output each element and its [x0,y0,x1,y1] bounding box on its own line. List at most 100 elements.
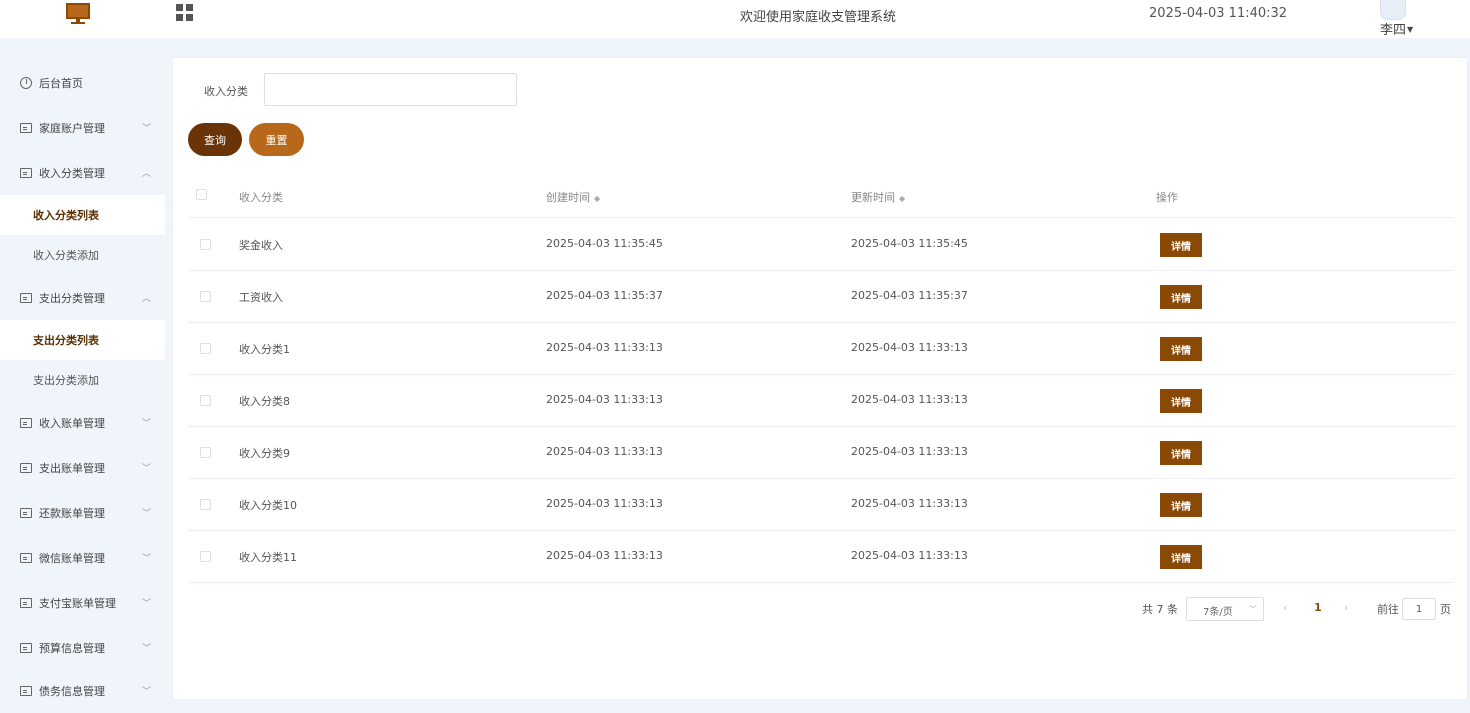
column-header-updated[interactable]: 更新时间 ◆ [851,189,905,205]
sidebar-item-label: 预算信息管理 [39,641,105,655]
user-menu[interactable]: 李四▼ [1380,19,1413,38]
chevron-down-icon: ﹀ [142,554,152,564]
row-checkbox[interactable] [200,395,211,406]
goto-page-input[interactable] [1402,598,1436,620]
sidebar-item-alipay-bill[interactable]: 支付宝账单管理 ﹀ [0,580,165,625]
sidebar-item-income-bill[interactable]: 收入账单管理 ﹀ [0,400,165,445]
sidebar-item-label: 收入分类管理 [39,166,105,180]
cell-updated: 2025-04-03 11:35:45 [851,237,968,250]
cell-category: 收入分类1 [239,343,290,356]
monitor-logo-icon [66,3,90,24]
sidebar-item-label: 家庭账户管理 [39,121,105,135]
sidebar-item-expense-bill[interactable]: 支出账单管理 ﹀ [0,445,165,490]
cell-category: 收入分类9 [239,447,290,460]
top-bar: 欢迎使用家庭收支管理系统 2025-04-03 11:40:32 李四▼ [0,0,1470,38]
sidebar-subitem-expense-category-list[interactable]: 支出分类列表 [0,320,165,360]
chevron-down-icon: ﹀ [142,419,152,429]
page-suffix: 页 [1440,603,1451,616]
chevron-down-icon: ﹀ [142,644,152,654]
reset-button[interactable]: 重置 [249,123,304,156]
cell-created: 2025-04-03 11:35:37 [546,289,663,302]
document-icon [20,292,32,303]
sidebar-item-label: 支出账单管理 [39,461,105,475]
chevron-down-icon: ﹀ [142,464,152,474]
chevron-up-icon: ︿ [142,169,152,179]
row-checkbox[interactable] [200,291,211,302]
detail-button[interactable]: 详情 [1160,285,1202,309]
column-header-created[interactable]: 创建时间 ◆ [546,189,600,205]
detail-button[interactable]: 详情 [1160,545,1202,569]
table-row: 收入分类11 2025-04-03 11:33:13 2025-04-03 11… [188,531,1454,583]
detail-button[interactable]: 详情 [1160,389,1202,413]
cell-updated: 2025-04-03 11:35:37 [851,289,968,302]
chevron-down-icon: ﹀ [1249,605,1257,614]
cell-category: 收入分类10 [239,499,297,512]
table-header: 收入分类 创建时间 ◆ 更新时间 ◆ 操作 [188,175,1454,218]
table-row: 收入分类9 2025-04-03 11:33:13 2025-04-03 11:… [188,427,1454,479]
table-row: 收入分类1 2025-04-03 11:33:13 2025-04-03 11:… [188,323,1454,375]
table-row: 收入分类8 2025-04-03 11:33:13 2025-04-03 11:… [188,375,1454,427]
sidebar-item-budget[interactable]: 预算信息管理 ﹀ [0,625,165,670]
sidebar-item-debt[interactable]: 债务信息管理 ﹀ [0,668,165,713]
user-name: 李四 [1380,23,1407,38]
chevron-down-icon: ▼ [1407,25,1414,34]
detail-button[interactable]: 详情 [1160,441,1202,465]
menu-toggle-icon[interactable] [176,4,193,21]
row-checkbox[interactable] [200,343,211,354]
document-icon [20,642,32,653]
document-icon [20,685,32,696]
cell-created: 2025-04-03 11:33:13 [546,445,663,458]
row-checkbox[interactable] [200,447,211,458]
select-all-checkbox[interactable] [196,189,207,200]
sidebar-subitem-income-category-add[interactable]: 收入分类添加 [0,235,165,275]
chevron-down-icon: ﹀ [142,687,152,697]
row-checkbox[interactable] [200,499,211,510]
sidebar-item-label: 支出分类管理 [39,291,105,305]
sidebar-item-label: 收入账单管理 [39,416,105,430]
page-number-current[interactable]: 1 [1314,601,1322,614]
cell-created: 2025-04-03 11:33:13 [546,341,663,354]
cell-updated: 2025-04-03 11:33:13 [851,341,968,354]
cell-updated: 2025-04-03 11:33:13 [851,445,968,458]
sidebar-item-label: 还款账单管理 [39,506,105,520]
row-checkbox[interactable] [200,551,211,562]
sidebar-subitem-expense-category-add[interactable]: 支出分类添加 [0,360,165,400]
detail-button[interactable]: 详情 [1160,233,1202,257]
sidebar-item-expense-category[interactable]: 支出分类管理 ︿ [0,275,165,320]
column-header-category: 收入分类 [239,191,283,204]
sidebar-subitem-income-category-list[interactable]: 收入分类列表 [0,195,165,235]
query-button[interactable]: 查询 [188,123,242,156]
sidebar-item-wechat-bill[interactable]: 微信账单管理 ﹀ [0,535,165,580]
detail-button[interactable]: 详情 [1160,337,1202,361]
sidebar-item-family-account[interactable]: 家庭账户管理 ﹀ [0,105,165,150]
site-title: 欢迎使用家庭收支管理系统 [740,10,897,25]
sidebar-item-home[interactable]: 后台首页 [0,60,165,105]
sort-icon[interactable]: ◆ [899,194,905,203]
cell-updated: 2025-04-03 11:33:13 [851,393,968,406]
cell-category: 奖金收入 [239,239,283,252]
avatar[interactable] [1380,0,1406,20]
row-checkbox[interactable] [200,239,211,250]
sort-icon[interactable]: ◆ [594,194,600,203]
cell-category: 收入分类11 [239,551,297,564]
sidebar-item-income-category[interactable]: 收入分类管理 ︿ [0,150,165,195]
document-icon [20,167,32,178]
clock-icon [20,76,32,89]
income-category-search-input[interactable] [264,73,517,106]
cell-created: 2025-04-03 11:33:13 [546,549,663,562]
page-size-select[interactable]: 7条/页 ﹀ [1186,597,1264,621]
current-datetime: 2025-04-03 11:40:32 [1149,6,1288,21]
chevron-down-icon: ﹀ [142,509,152,519]
document-icon [20,507,32,518]
cell-category: 收入分类8 [239,395,290,408]
prev-page-button[interactable]: ‹ [1283,601,1287,614]
document-icon [20,462,32,473]
sidebar-item-label: 支付宝账单管理 [39,596,116,610]
next-page-button[interactable]: › [1344,601,1348,614]
cell-created: 2025-04-03 11:35:45 [546,237,663,250]
page-size-value: 7条/页 [1203,607,1233,618]
sidebar-item-repayment-bill[interactable]: 还款账单管理 ﹀ [0,490,165,535]
detail-button[interactable]: 详情 [1160,493,1202,517]
document-icon [20,597,32,608]
column-header-actions: 操作 [1156,191,1178,204]
